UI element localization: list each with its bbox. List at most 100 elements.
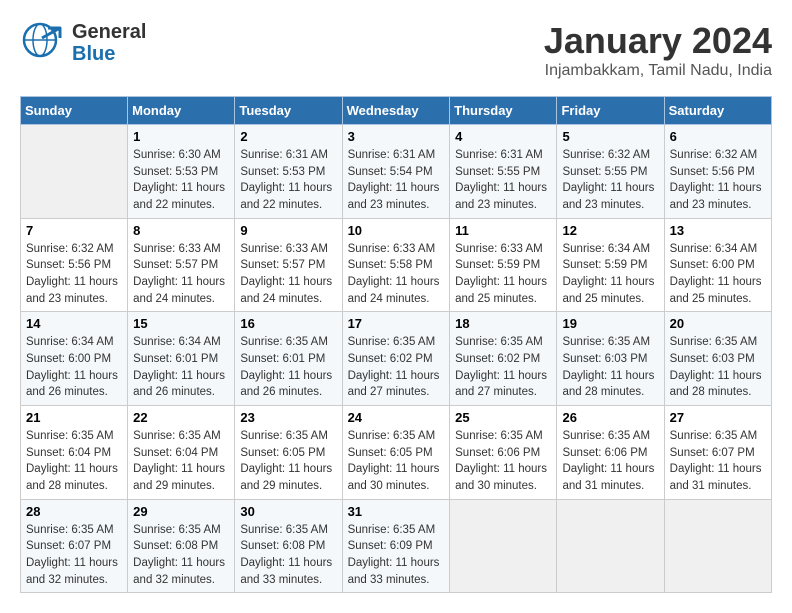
- day-number: 20: [670, 316, 766, 331]
- sunset-text: Sunset: 5:56 PM: [26, 259, 111, 271]
- daylight-text: Daylight: 11 hours and 25 minutes.: [455, 276, 547, 305]
- day-number: 9: [240, 223, 336, 238]
- sunrise-text: Sunrise: 6:35 AM: [562, 336, 650, 348]
- day-info: Sunrise: 6:35 AM Sunset: 6:09 PM Dayligh…: [348, 522, 445, 589]
- header-saturday: Saturday: [664, 97, 771, 125]
- day-info: Sunrise: 6:35 AM Sunset: 6:06 PM Dayligh…: [562, 428, 658, 495]
- day-cell: 8 Sunrise: 6:33 AM Sunset: 5:57 PM Dayli…: [128, 218, 235, 312]
- day-number: 28: [26, 504, 122, 519]
- daylight-text: Daylight: 11 hours and 27 minutes.: [455, 370, 547, 399]
- logo-general-text: General: [72, 21, 146, 43]
- daylight-text: Daylight: 11 hours and 23 minutes.: [562, 182, 654, 211]
- daylight-text: Daylight: 11 hours and 24 minutes.: [348, 276, 440, 305]
- sunset-text: Sunset: 6:01 PM: [133, 353, 218, 365]
- logo-name: General Blue: [72, 21, 146, 65]
- daylight-text: Daylight: 11 hours and 32 minutes.: [133, 557, 225, 586]
- title-block: January 2024 Injambakkam, Tamil Nadu, In…: [544, 20, 772, 80]
- daylight-text: Daylight: 11 hours and 29 minutes.: [240, 463, 332, 492]
- day-cell: 21 Sunrise: 6:35 AM Sunset: 6:04 PM Dayl…: [21, 406, 128, 500]
- logo: General Blue: [20, 20, 146, 65]
- daylight-text: Daylight: 11 hours and 26 minutes.: [26, 370, 118, 399]
- sunset-text: Sunset: 6:02 PM: [455, 353, 540, 365]
- daylight-text: Daylight: 11 hours and 32 minutes.: [26, 557, 118, 586]
- sunset-text: Sunset: 5:53 PM: [133, 166, 218, 178]
- day-info: Sunrise: 6:35 AM Sunset: 6:08 PM Dayligh…: [133, 522, 229, 589]
- sunrise-text: Sunrise: 6:35 AM: [670, 336, 758, 348]
- sunset-text: Sunset: 6:04 PM: [133, 447, 218, 459]
- day-info: Sunrise: 6:34 AM Sunset: 6:01 PM Dayligh…: [133, 334, 229, 401]
- sunrise-text: Sunrise: 6:35 AM: [455, 336, 543, 348]
- week-row-0: 1 Sunrise: 6:30 AM Sunset: 5:53 PM Dayli…: [21, 125, 772, 219]
- day-cell: 14 Sunrise: 6:34 AM Sunset: 6:00 PM Dayl…: [21, 312, 128, 406]
- day-info: Sunrise: 6:33 AM Sunset: 5:59 PM Dayligh…: [455, 241, 551, 308]
- daylight-text: Daylight: 11 hours and 30 minutes.: [455, 463, 547, 492]
- daylight-text: Daylight: 11 hours and 22 minutes.: [240, 182, 332, 211]
- day-info: Sunrise: 6:35 AM Sunset: 6:04 PM Dayligh…: [26, 428, 122, 495]
- daylight-text: Daylight: 11 hours and 30 minutes.: [348, 463, 440, 492]
- day-cell: 15 Sunrise: 6:34 AM Sunset: 6:01 PM Dayl…: [128, 312, 235, 406]
- daylight-text: Daylight: 11 hours and 25 minutes.: [562, 276, 654, 305]
- daylight-text: Daylight: 11 hours and 23 minutes.: [26, 276, 118, 305]
- day-info: Sunrise: 6:31 AM Sunset: 5:53 PM Dayligh…: [240, 147, 336, 214]
- day-number: 24: [348, 410, 445, 425]
- daylight-text: Daylight: 11 hours and 26 minutes.: [133, 370, 225, 399]
- sunset-text: Sunset: 5:59 PM: [562, 259, 647, 271]
- day-cell: 7 Sunrise: 6:32 AM Sunset: 5:56 PM Dayli…: [21, 218, 128, 312]
- sunset-text: Sunset: 6:03 PM: [670, 353, 755, 365]
- sunrise-text: Sunrise: 6:31 AM: [455, 149, 543, 161]
- sunrise-text: Sunrise: 6:31 AM: [240, 149, 328, 161]
- day-cell: 24 Sunrise: 6:35 AM Sunset: 6:05 PM Dayl…: [342, 406, 450, 500]
- day-number: 5: [562, 129, 658, 144]
- day-info: Sunrise: 6:35 AM Sunset: 6:06 PM Dayligh…: [455, 428, 551, 495]
- day-cell: 10 Sunrise: 6:33 AM Sunset: 5:58 PM Dayl…: [342, 218, 450, 312]
- sunset-text: Sunset: 5:55 PM: [562, 166, 647, 178]
- calendar-title: January 2024: [544, 20, 772, 62]
- day-cell: [450, 499, 557, 593]
- sunrise-text: Sunrise: 6:34 AM: [133, 336, 221, 348]
- day-number: 17: [348, 316, 445, 331]
- sunset-text: Sunset: 6:07 PM: [670, 447, 755, 459]
- day-number: 13: [670, 223, 766, 238]
- sunset-text: Sunset: 6:06 PM: [562, 447, 647, 459]
- sunrise-text: Sunrise: 6:35 AM: [133, 430, 221, 442]
- day-cell: 9 Sunrise: 6:33 AM Sunset: 5:57 PM Dayli…: [235, 218, 342, 312]
- week-row-4: 28 Sunrise: 6:35 AM Sunset: 6:07 PM Dayl…: [21, 499, 772, 593]
- day-number: 26: [562, 410, 658, 425]
- day-info: Sunrise: 6:30 AM Sunset: 5:53 PM Dayligh…: [133, 147, 229, 214]
- day-number: 11: [455, 223, 551, 238]
- day-number: 14: [26, 316, 122, 331]
- day-info: Sunrise: 6:32 AM Sunset: 5:56 PM Dayligh…: [26, 241, 122, 308]
- day-info: Sunrise: 6:31 AM Sunset: 5:55 PM Dayligh…: [455, 147, 551, 214]
- sunrise-text: Sunrise: 6:35 AM: [348, 524, 436, 536]
- daylight-text: Daylight: 11 hours and 28 minutes.: [670, 370, 762, 399]
- sunrise-text: Sunrise: 6:32 AM: [670, 149, 758, 161]
- sunrise-text: Sunrise: 6:33 AM: [455, 243, 543, 255]
- day-info: Sunrise: 6:33 AM Sunset: 5:58 PM Dayligh…: [348, 241, 445, 308]
- day-number: 4: [455, 129, 551, 144]
- daylight-text: Daylight: 11 hours and 29 minutes.: [133, 463, 225, 492]
- sunrise-text: Sunrise: 6:33 AM: [240, 243, 328, 255]
- sunset-text: Sunset: 6:09 PM: [348, 540, 433, 552]
- sunset-text: Sunset: 5:57 PM: [240, 259, 325, 271]
- sunrise-text: Sunrise: 6:34 AM: [670, 243, 758, 255]
- sunrise-text: Sunrise: 6:35 AM: [240, 430, 328, 442]
- day-number: 7: [26, 223, 122, 238]
- daylight-text: Daylight: 11 hours and 23 minutes.: [348, 182, 440, 211]
- sunrise-text: Sunrise: 6:35 AM: [348, 430, 436, 442]
- sunset-text: Sunset: 5:58 PM: [348, 259, 433, 271]
- daylight-text: Daylight: 11 hours and 24 minutes.: [240, 276, 332, 305]
- day-number: 2: [240, 129, 336, 144]
- sunrise-text: Sunrise: 6:35 AM: [348, 336, 436, 348]
- calendar-table: SundayMondayTuesdayWednesdayThursdayFrid…: [20, 96, 772, 593]
- logo-icon: [20, 20, 68, 65]
- day-number: 8: [133, 223, 229, 238]
- sunset-text: Sunset: 6:06 PM: [455, 447, 540, 459]
- day-cell: 13 Sunrise: 6:34 AM Sunset: 6:00 PM Dayl…: [664, 218, 771, 312]
- sunset-text: Sunset: 6:00 PM: [670, 259, 755, 271]
- day-cell: 11 Sunrise: 6:33 AM Sunset: 5:59 PM Dayl…: [450, 218, 557, 312]
- day-number: 22: [133, 410, 229, 425]
- day-number: 19: [562, 316, 658, 331]
- sunrise-text: Sunrise: 6:35 AM: [26, 430, 114, 442]
- day-number: 29: [133, 504, 229, 519]
- day-info: Sunrise: 6:34 AM Sunset: 5:59 PM Dayligh…: [562, 241, 658, 308]
